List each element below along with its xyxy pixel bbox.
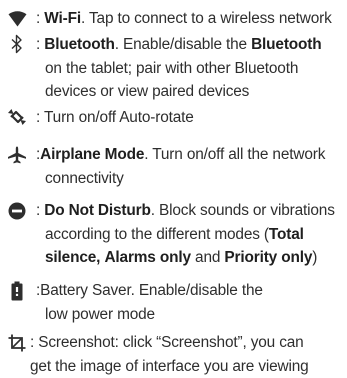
auto-rotate-description: : Turn on/off Auto-rotate [36, 109, 194, 126]
airplane-mode-description: :Airplane Mode. Turn on/off all the netw… [36, 146, 326, 187]
bluetooth-description: : Bluetooth. Enable/disable the Bluetoot… [36, 36, 322, 101]
auto-rotate-icon [7, 107, 27, 127]
do-not-disturb-label: Do Not Disturb [44, 202, 151, 219]
airplane-mode-label: Airplane Mode [40, 146, 145, 163]
wifi-icon [7, 9, 27, 29]
do-not-disturb-description: : Do Not Disturb. Block sounds or vibrat… [36, 202, 335, 267]
wifi-label: Wi-Fi [44, 10, 81, 27]
wifi-text: Tap to connect to a wireless network [88, 10, 332, 27]
mode-alarms-only: Alarms only [104, 249, 191, 267]
battery-saver-icon [7, 281, 27, 301]
wifi-description: : Wi-Fi. Tap to connect to a wireless ne… [36, 10, 332, 27]
screenshot-description: : Screenshot: click “Screenshot”, you ca… [30, 334, 309, 375]
mode-total: Total [268, 225, 304, 243]
bluetooth-icon [7, 34, 27, 54]
bluetooth-label: Bluetooth [44, 36, 115, 53]
bluetooth-inline-label: Bluetooth [251, 36, 322, 53]
mode-priority-only: Priority only [224, 249, 313, 267]
battery-saver-description: :Battery Saver. Enable/disable the low p… [36, 282, 263, 323]
mode-total-cont: silence [45, 249, 97, 267]
screenshot-icon [7, 333, 27, 353]
airplane-icon [7, 145, 27, 165]
do-not-disturb-icon [7, 201, 27, 221]
